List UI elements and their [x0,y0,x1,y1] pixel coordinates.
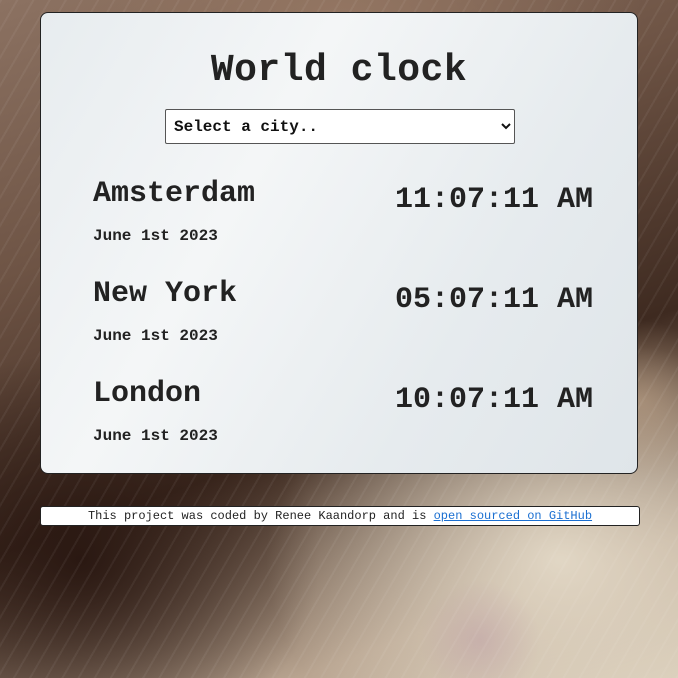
city-select[interactable]: Select a city.. [165,109,515,144]
world-clock-card: World clock Select a city.. Amsterdam Ju… [40,12,638,474]
city-row-london: London June 1st 2023 10:07:11 AM [93,377,593,457]
city-date: June 1st 2023 [93,227,218,245]
city-time: 05:07:11 AM [394,283,593,317]
city-name: New York [93,277,238,311]
city-time: 11:07:11 AM [394,183,593,217]
city-time: 10:07:11 AM [394,383,593,417]
city-date: June 1st 2023 [93,427,218,445]
city-date: June 1st 2023 [93,327,218,345]
footer: This project was coded by Renee Kaandorp… [40,506,640,526]
page-title: World clock [210,49,468,92]
city-name: Amsterdam [93,177,256,211]
city-row-new-york: New York June 1st 2023 05:07:11 AM [93,277,593,357]
city-name: London [93,377,202,411]
footer-text: This project was coded by Renee Kaandorp… [87,509,427,523]
github-link[interactable]: open sourced on GitHub [434,509,592,523]
city-row-amsterdam: Amsterdam June 1st 2023 11:07:11 AM [93,177,593,257]
